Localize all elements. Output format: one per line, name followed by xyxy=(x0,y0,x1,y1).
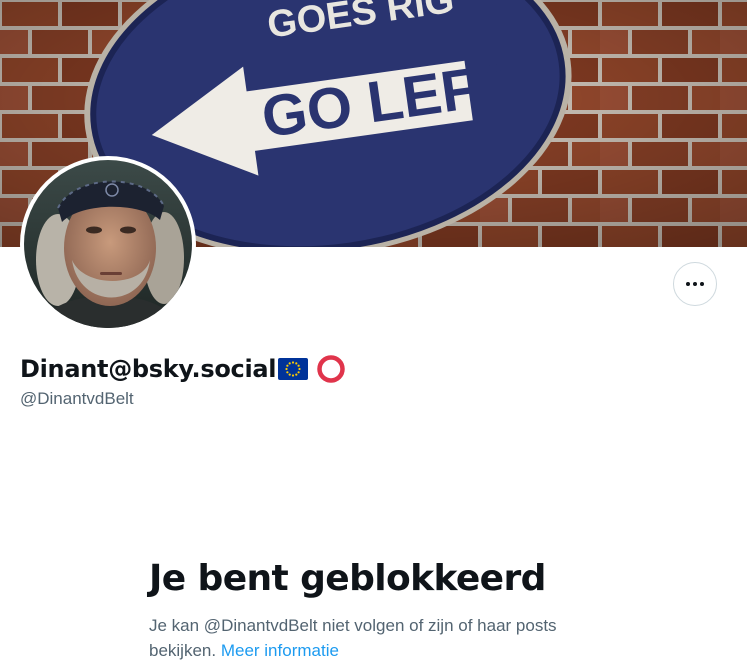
display-name: Dinant@bsky.social xyxy=(20,355,277,383)
learn-more-link[interactable]: Meer informatie xyxy=(221,641,339,660)
blocked-title: Je bent geblokkeerd xyxy=(149,558,546,599)
eu-flag-icon xyxy=(278,358,309,380)
avatar-photo xyxy=(24,160,192,328)
profile-handle: @DinantvdBelt xyxy=(20,389,134,408)
display-name-row: Dinant@bsky.social xyxy=(20,352,346,386)
red-ring-icon xyxy=(316,354,346,384)
avatar[interactable] xyxy=(20,156,196,332)
profile-page: GOES RIG GO LEFT Dinant@bsky.social @Din… xyxy=(0,0,747,672)
more-horizontal-icon xyxy=(686,282,704,286)
blocked-message: Je kan @DinantvdBelt niet volgen of zijn… xyxy=(149,613,619,663)
blocked-message-text: Je kan @DinantvdBelt niet volgen of zijn… xyxy=(149,616,557,660)
more-options-button[interactable] xyxy=(673,262,717,306)
